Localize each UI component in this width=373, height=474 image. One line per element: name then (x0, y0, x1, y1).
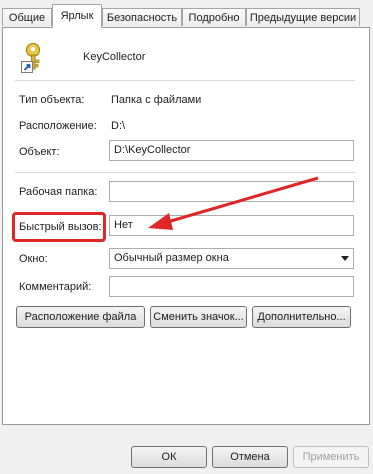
target-label: Объект: (19, 146, 60, 158)
separator (15, 80, 355, 81)
type-label: Тип объекта: (19, 94, 85, 106)
open-file-location-button[interactable]: Расположение файла (16, 306, 145, 328)
tab-general[interactable]: Общие (2, 8, 52, 26)
type-value: Папка с файлами (111, 94, 202, 106)
location-label: Расположение: (19, 120, 97, 132)
window-size-value: Обычный размер окна (114, 252, 229, 264)
cancel-button[interactable]: Отмена (212, 446, 288, 468)
target-field[interactable]: D:\KeyCollector (109, 140, 354, 161)
hotkey-highlight-box (12, 212, 106, 242)
hotkey-field[interactable]: Нет (109, 215, 354, 236)
shortcut-name: KeyCollector (83, 51, 146, 63)
ok-button[interactable]: ОК (131, 446, 207, 468)
change-icon-button[interactable]: Сменить значок... (150, 306, 247, 328)
window-label: Окно: (19, 253, 48, 265)
workdir-label: Рабочая папка: (19, 186, 98, 198)
comment-label: Комментарий: (19, 281, 92, 293)
workdir-field[interactable] (109, 181, 354, 202)
tab-bar: Общие Ярлык Безопасность Подробно Предыд… (0, 0, 373, 28)
chevron-down-icon (341, 256, 349, 261)
key-shortcut-icon (21, 41, 53, 73)
tab-details[interactable]: Подробно (182, 8, 246, 26)
window-size-select[interactable]: Обычный размер окна (109, 248, 354, 269)
tab-security[interactable]: Безопасность (102, 8, 182, 26)
separator (15, 172, 355, 173)
tab-shortcut[interactable]: Ярлык (52, 4, 102, 28)
advanced-button[interactable]: Дополнительно... (252, 306, 351, 328)
comment-field[interactable] (109, 276, 354, 297)
location-value: D:\ (111, 120, 126, 132)
tab-previous-versions[interactable]: Предыдущие версии (246, 8, 360, 26)
apply-button[interactable]: Применить (293, 446, 369, 468)
